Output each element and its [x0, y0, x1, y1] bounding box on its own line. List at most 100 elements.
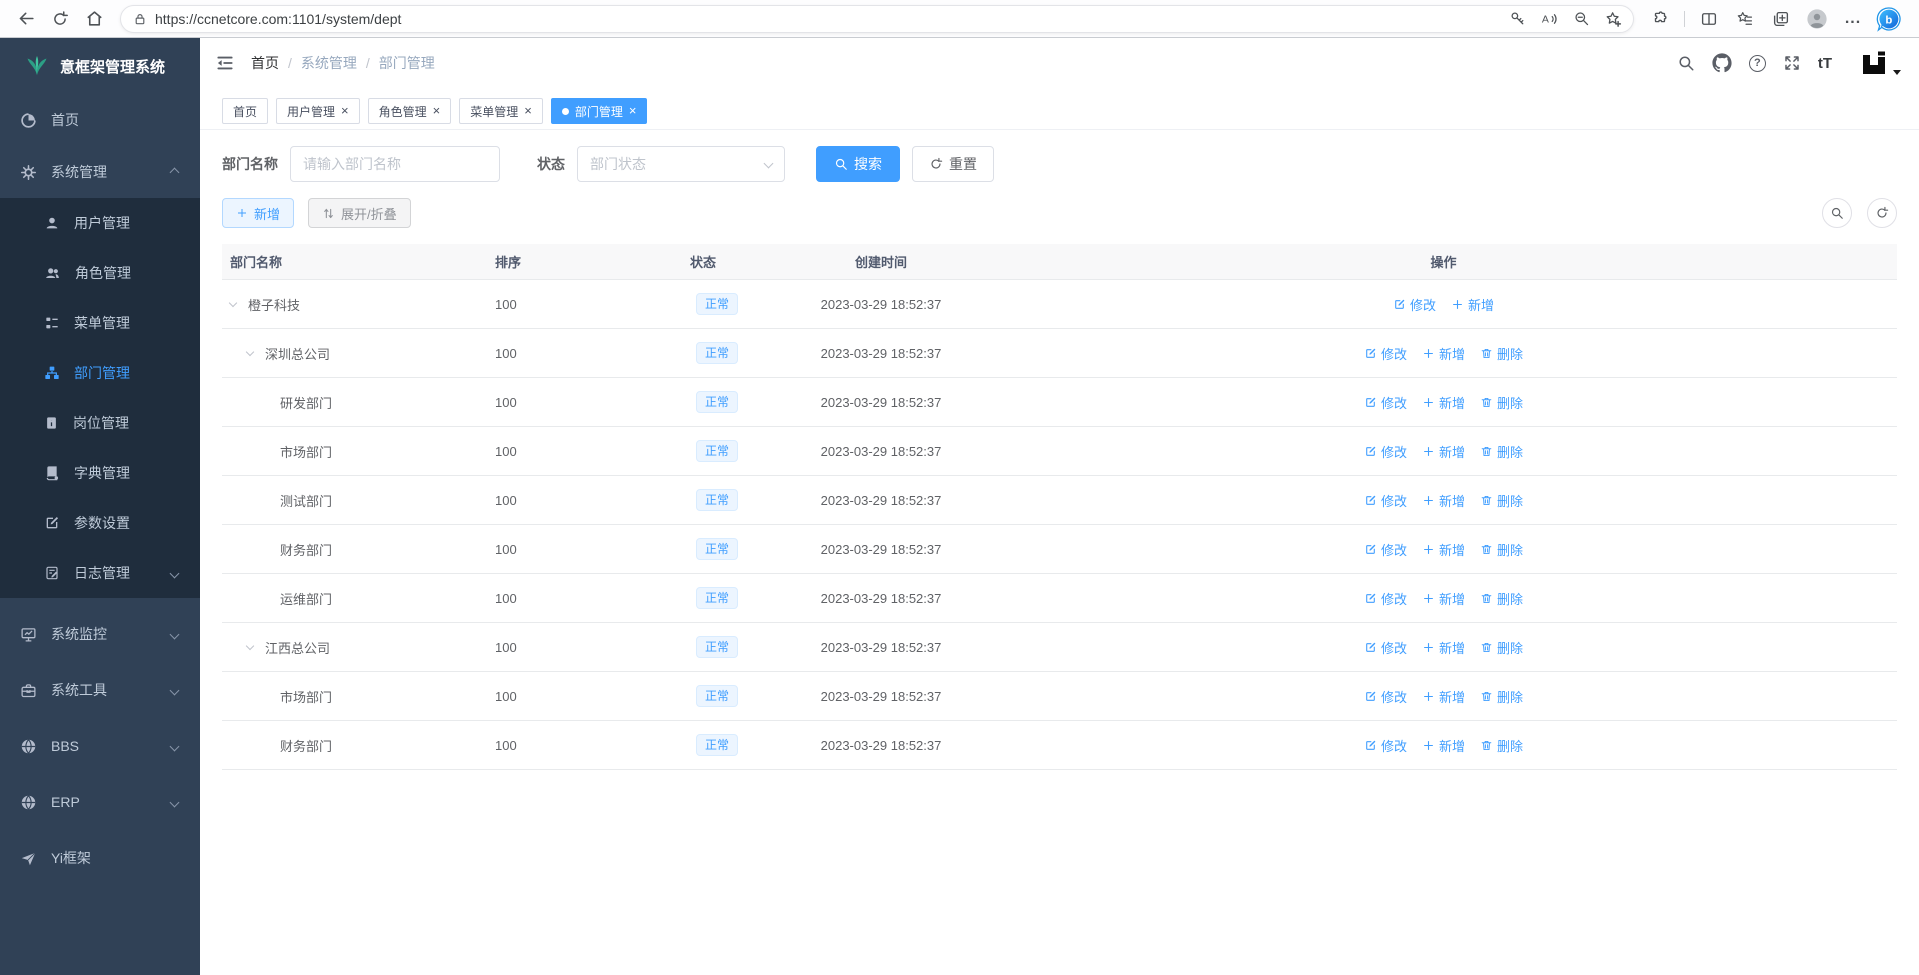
created-time: 2023-03-29 18:52:37 [772, 297, 990, 312]
user-menu[interactable] [1859, 48, 1901, 78]
search-icon[interactable] [1677, 54, 1695, 72]
created-time: 2023-03-29 18:52:37 [772, 689, 990, 704]
edit-link[interactable]: 修改 [1364, 589, 1407, 608]
browser-refresh-button[interactable] [44, 4, 76, 34]
sidebar-item-system[interactable]: 系统管理 [0, 146, 200, 198]
sidebar-item-posts[interactable]: 岗位管理 [0, 398, 200, 448]
close-icon[interactable]: × [341, 104, 349, 117]
add-link[interactable]: 新增 [1422, 736, 1465, 755]
sidebar-item-tools[interactable]: 系统工具 [0, 662, 200, 718]
back-icon [17, 9, 36, 28]
bing-icon[interactable]: b [1873, 4, 1905, 34]
sidebar-item-users[interactable]: 用户管理 [0, 198, 200, 248]
add-link[interactable]: 新增 [1422, 344, 1465, 363]
delete-link[interactable]: 删除 [1480, 540, 1523, 559]
trash-icon [1480, 445, 1493, 458]
status-select[interactable]: 部门状态 [577, 146, 785, 182]
delete-link[interactable]: 删除 [1480, 442, 1523, 461]
browser-back-button[interactable] [10, 4, 42, 34]
tab-roles[interactable]: 角色管理 × [368, 98, 452, 124]
add-link[interactable]: 新增 [1422, 540, 1465, 559]
add-link[interactable]: 新增 [1422, 491, 1465, 510]
add-link[interactable]: 新增 [1422, 393, 1465, 412]
sidebar-item-yi-framework[interactable]: Yi框架 [0, 830, 200, 886]
refresh-table-button[interactable] [1867, 198, 1897, 228]
edit-link[interactable]: 修改 [1364, 442, 1407, 461]
edit-link[interactable]: 修改 [1364, 344, 1407, 363]
delete-link[interactable]: 删除 [1480, 491, 1523, 510]
edit-link[interactable]: 修改 [1364, 687, 1407, 706]
col-header-created: 创建时间 [772, 252, 990, 271]
close-icon[interactable]: × [629, 104, 637, 117]
dept-name: 江西总公司 [265, 638, 330, 657]
collections-icon[interactable] [1765, 4, 1797, 34]
sidebar-item-monitor[interactable]: 系统监控 [0, 606, 200, 662]
close-icon[interactable]: × [433, 104, 441, 117]
profile-avatar-icon[interactable] [1801, 4, 1833, 34]
read-aloud-icon[interactable]: A [1535, 6, 1563, 32]
add-link[interactable]: 新增 [1422, 687, 1465, 706]
sidebar-item-home[interactable]: 首页 [0, 94, 200, 146]
delete-link[interactable]: 删除 [1480, 344, 1523, 363]
zoom-out-icon[interactable] [1567, 6, 1595, 32]
edit-link[interactable]: 修改 [1364, 540, 1407, 559]
edit-link[interactable]: 修改 [1364, 393, 1407, 412]
edit-link[interactable]: 修改 [1364, 736, 1407, 755]
tab-home[interactable]: 首页 [222, 98, 268, 124]
close-icon[interactable]: × [524, 104, 532, 117]
dept-name-input[interactable] [290, 146, 500, 182]
reset-button[interactable]: 重置 [912, 146, 994, 182]
sidebar-item-roles[interactable]: 角色管理 [0, 248, 200, 298]
delete-link[interactable]: 删除 [1480, 736, 1523, 755]
sidebar-item-menus[interactable]: 菜单管理 [0, 298, 200, 348]
sidebar-item-dict[interactable]: 字典管理 [0, 448, 200, 498]
tab-users[interactable]: 用户管理 × [276, 98, 360, 124]
dept-name: 深圳总公司 [265, 344, 330, 363]
show-search-toggle-button[interactable] [1822, 198, 1852, 228]
add-button[interactable]: 新增 [222, 198, 294, 228]
sidebar-item-logs[interactable]: 日志管理 [0, 548, 200, 598]
chevron-down-icon[interactable] [247, 645, 265, 649]
address-bar[interactable]: https://ccnetcore.com:1101/system/dept A [120, 5, 1634, 33]
sidebar-item-params[interactable]: 参数设置 [0, 498, 200, 548]
search-button[interactable]: 搜索 [816, 146, 900, 182]
tab-menus[interactable]: 菜单管理 × [459, 98, 543, 124]
edit-link[interactable]: 修改 [1364, 638, 1407, 657]
edit-link[interactable]: 修改 [1393, 295, 1436, 314]
browser-more-menu[interactable]: ... [1837, 4, 1869, 34]
delete-link[interactable]: 删除 [1480, 393, 1523, 412]
password-key-icon[interactable] [1503, 6, 1531, 32]
help-icon[interactable]: ? [1749, 55, 1766, 72]
expand-collapse-button[interactable]: 展开/折叠 [308, 198, 411, 228]
dept-name: 财务部门 [280, 540, 332, 559]
delete-link[interactable]: 删除 [1480, 589, 1523, 608]
app-logo: 意框架管理系统 [0, 38, 200, 94]
add-link[interactable]: 新增 [1422, 589, 1465, 608]
trash-icon [1480, 347, 1493, 360]
tab-departments[interactable]: 部门管理 × [551, 98, 648, 124]
favorites-icon[interactable] [1729, 4, 1761, 34]
sidebar-item-erp[interactable]: ERP [0, 774, 200, 830]
font-size-icon[interactable]: tT [1818, 55, 1832, 72]
collapse-sidebar-icon[interactable] [215, 53, 235, 73]
delete-link[interactable]: 删除 [1480, 687, 1523, 706]
github-icon[interactable] [1712, 53, 1732, 73]
edit-link[interactable]: 修改 [1364, 491, 1407, 510]
chevron-down-icon[interactable] [230, 302, 248, 306]
split-screen-icon[interactable] [1693, 4, 1725, 34]
browser-home-button[interactable] [78, 4, 110, 34]
add-link[interactable]: 新增 [1422, 442, 1465, 461]
sidebar-item-label: 角色管理 [75, 263, 131, 283]
delete-link[interactable]: 删除 [1480, 638, 1523, 657]
add-favorite-icon[interactable] [1599, 6, 1627, 32]
dept-name: 测试部门 [280, 491, 332, 510]
fullscreen-icon[interactable] [1783, 54, 1801, 72]
chevron-down-icon[interactable] [247, 351, 265, 355]
extensions-icon[interactable] [1644, 4, 1676, 34]
breadcrumb-home[interactable]: 首页 [251, 53, 279, 73]
add-link[interactable]: 新增 [1451, 295, 1494, 314]
add-link[interactable]: 新增 [1422, 638, 1465, 657]
plus-icon [236, 207, 248, 219]
sidebar-item-departments[interactable]: 部门管理 [0, 348, 200, 398]
sidebar-item-bbs[interactable]: BBS [0, 718, 200, 774]
